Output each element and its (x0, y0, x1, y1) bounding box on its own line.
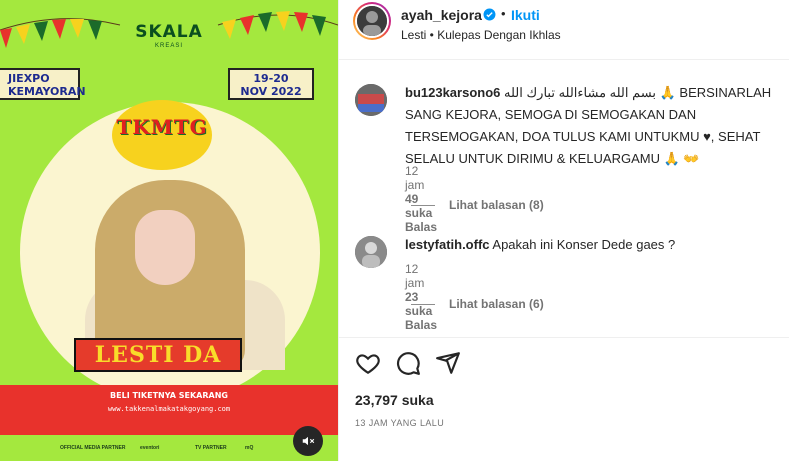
reply-button[interactable]: Balas (405, 220, 437, 234)
speaker-muted-icon[interactable] (293, 426, 323, 456)
header-divider (339, 59, 789, 60)
post-timestamp[interactable]: 13 JAM YANG LALU (355, 418, 444, 428)
comment-time[interactable]: 12 jam (405, 262, 424, 290)
event-brand: SKALA (135, 22, 203, 42)
comment-body: Apakah ini Konser Dede gaes ? (489, 237, 676, 252)
post-media[interactable]: SKALA KREASI JIEXPO KEMAYORAN 19-20 NOV … (0, 0, 338, 461)
heart-icon[interactable] (355, 350, 381, 376)
replies-divider (411, 205, 435, 206)
likes-count[interactable]: 23,797 suka (355, 392, 434, 408)
avatar[interactable] (353, 2, 391, 40)
sponsor-label: OFFICIAL MEDIA PARTNER (60, 445, 126, 451)
post-location[interactable]: Lesti • Kulepas Dengan Ikhlas (401, 28, 561, 42)
share-icon[interactable] (435, 350, 461, 376)
event-logo-text: TKMTG (116, 115, 208, 139)
comment-icon[interactable] (395, 350, 421, 376)
post-header: ayah_kejora • Ikuti Lesti • Kulepas Deng… (339, 0, 789, 51)
comment-avatar-image (355, 84, 387, 116)
verified-badge-icon (483, 8, 496, 21)
performer-name-banner: LESTI DA (74, 338, 242, 372)
sponsor-label: TV PARTNER (195, 445, 227, 451)
comment-likes[interactable]: 49 suka (405, 192, 432, 220)
venue-line2: KEMAYORAN (8, 85, 86, 98)
separator-dot: • (501, 6, 506, 21)
date-line1: 19-20 (253, 72, 289, 85)
comment-username[interactable]: bu123karsono6 (405, 85, 500, 100)
actions-divider (339, 337, 789, 338)
date-box: 19-20 NOV 2022 (228, 68, 314, 100)
sponsor-label: eventori (140, 445, 160, 451)
performer-face (135, 210, 195, 285)
view-replies-button[interactable]: Lihat balasan (8) (449, 198, 544, 212)
post-panel: ayah_kejora • Ikuti Lesti • Kulepas Deng… (338, 0, 789, 461)
sponsor-label: mQ (245, 445, 254, 451)
ticket-url: www.takkenalmakatakgoyang.com (107, 405, 231, 413)
date-line2: NOV 2022 (240, 85, 302, 98)
comment-time[interactable]: 12 jam (405, 164, 424, 192)
venue-line1: JIEXPO (8, 72, 50, 85)
venue-box: JIEXPO KEMAYORAN (0, 68, 86, 100)
avatar-image (357, 6, 387, 36)
comment-avatar[interactable] (355, 84, 387, 116)
sponsor-bar (0, 435, 338, 461)
reply-button[interactable]: Balas (405, 318, 437, 332)
speaker-muted-glyph (302, 436, 315, 446)
comment-meta: 12 jam 23 suka Balas (405, 262, 451, 332)
avatar-silhouette (357, 6, 387, 36)
comment-meta: 12 jam 49 suka Balas (405, 164, 451, 234)
follow-button[interactable]: Ikuti (511, 7, 540, 23)
view-replies-button[interactable]: Lihat balasan (6) (449, 297, 544, 311)
replies-divider (411, 304, 435, 305)
post-username[interactable]: ayah_kejora (401, 7, 482, 23)
comment-text: bu123karsono6 بسم الله مشاءالله تبارك ال… (405, 82, 775, 170)
ticket-title: BELI TIKETNYA SEKARANG (110, 391, 228, 400)
event-brand-sub: KREASI (154, 43, 183, 49)
comment-avatar[interactable] (355, 236, 387, 268)
comment-avatar-image (355, 236, 387, 268)
comment-text: lestyfatih.offc Apakah ini Konser Dede g… (405, 234, 775, 256)
comment-username[interactable]: lestyfatih.offc (405, 237, 490, 252)
